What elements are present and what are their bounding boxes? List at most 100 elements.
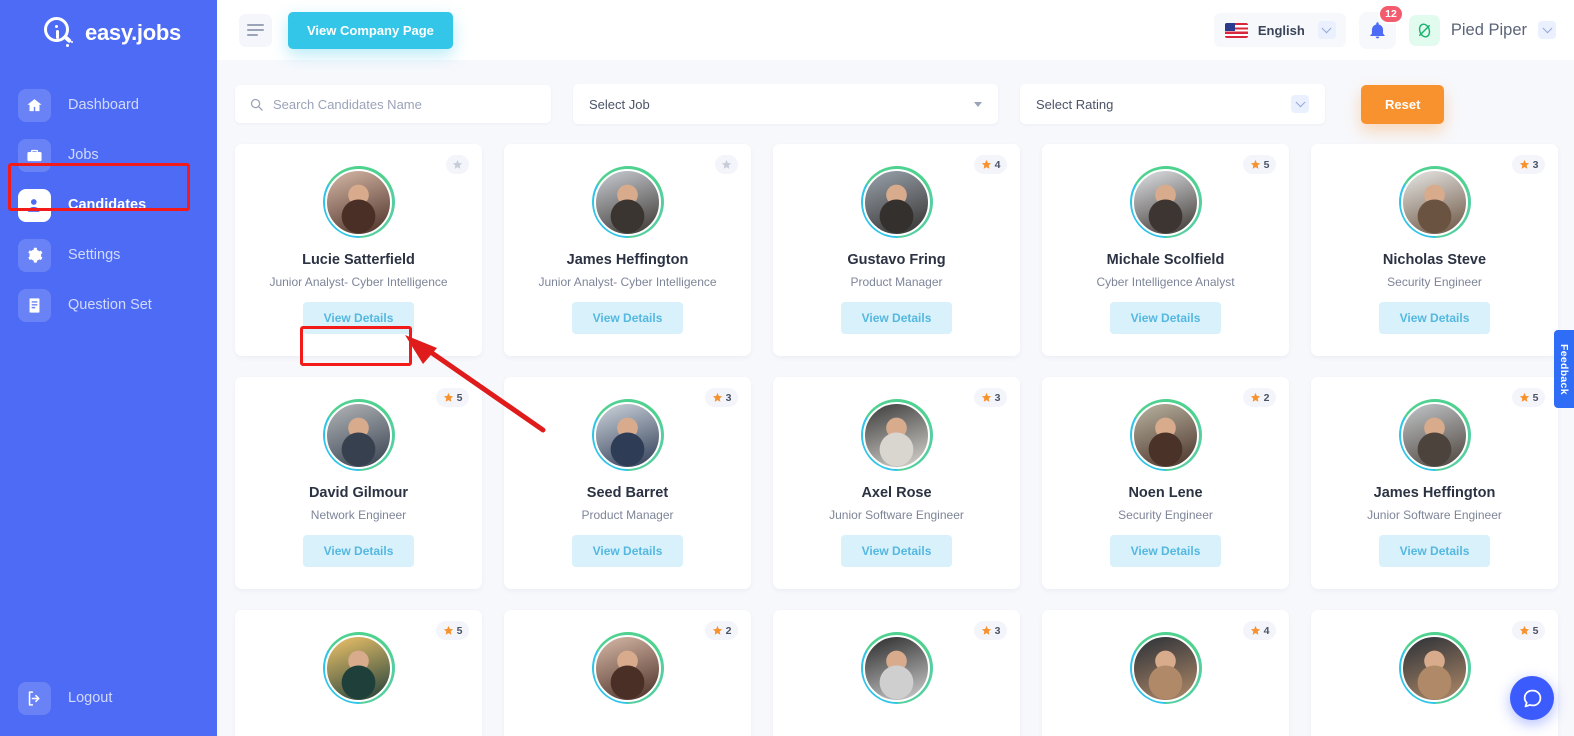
- sidebar-item-jobs[interactable]: Jobs: [0, 131, 217, 179]
- rating-value: 3: [1532, 158, 1539, 171]
- view-details-button[interactable]: View Details: [1378, 535, 1491, 567]
- search-candidates-box[interactable]: [235, 85, 551, 123]
- candidate-name: Gustavo Fring: [847, 252, 946, 268]
- rating-badge[interactable]: 3: [974, 621, 1007, 640]
- star-icon: [1519, 392, 1529, 402]
- favorite-star-button[interactable]: [446, 155, 469, 174]
- language-selector[interactable]: English: [1213, 13, 1346, 47]
- candidate-card[interactable]: 2 Noen Lene Security Engineer View Details: [1042, 377, 1289, 589]
- candidate-card[interactable]: 5 David Gilmour Network Engineer View Detai…: [235, 377, 482, 589]
- chat-button[interactable]: [1510, 676, 1554, 720]
- view-details-button[interactable]: View Details: [840, 302, 953, 334]
- avatar: [860, 632, 933, 704]
- brand-name: easy.jobs: [85, 20, 181, 45]
- sidebar-item-question-set[interactable]: Question Set: [0, 281, 217, 329]
- view-details-button[interactable]: View Details: [302, 302, 415, 334]
- select-job-dropdown[interactable]: Select Job: [573, 84, 998, 124]
- sidebar-item-label: Jobs: [68, 147, 99, 163]
- candidate-card[interactable]: 5 Michale Scolfield Cyber Intelligence Ana…: [1042, 144, 1289, 356]
- user-icon: [18, 188, 51, 222]
- view-details-button[interactable]: View Details: [1109, 535, 1222, 567]
- candidate-card[interactable]: 3 Axel Rose Junior Software Engineer View D…: [773, 377, 1020, 589]
- candidate-role: Cyber Intelligence Analyst: [1096, 275, 1235, 289]
- notification-badge: 12: [1378, 3, 1404, 24]
- feedback-tab[interactable]: Feedback: [1554, 330, 1574, 408]
- star-icon: [712, 625, 722, 635]
- rating-value: 5: [456, 624, 463, 637]
- hamburger-icon[interactable]: [239, 13, 272, 47]
- avatar-photo: [1401, 168, 1468, 236]
- candidate-card[interactable]: 5View Details: [235, 610, 482, 736]
- sidebar-item-logout[interactable]: Logout: [0, 674, 217, 722]
- user-menu[interactable]: Pied Piper: [1408, 14, 1558, 46]
- sidebar-item-dashboard[interactable]: Dashboard: [0, 81, 217, 129]
- candidate-card[interactable]: 5 James Heffington Junior Software Enginee…: [1311, 377, 1558, 589]
- view-details-button[interactable]: View Details: [1109, 302, 1222, 334]
- candidate-card[interactable]: 3View Details: [773, 610, 1020, 736]
- brand-logo-area[interactable]: easy.jobs: [0, 0, 217, 66]
- rating-badge[interactable]: 3: [1512, 155, 1545, 174]
- candidate-role: Network Engineer: [310, 508, 407, 522]
- rating-badge[interactable]: 3: [705, 388, 738, 407]
- view-company-page-button[interactable]: View Company Page: [288, 11, 453, 49]
- rating-badge[interactable]: 5: [436, 621, 469, 640]
- candidate-card[interactable]: 2View Details: [504, 610, 751, 736]
- view-details-button[interactable]: View Details: [1378, 302, 1491, 334]
- rating-badge[interactable]: 2: [1243, 388, 1276, 407]
- avatar: [860, 399, 933, 471]
- candidate-card[interactable]: Lucie Satterfield Junior Analyst- Cyber I…: [235, 144, 482, 356]
- candidate-name: Michale Scolfield: [1106, 252, 1225, 268]
- chat-bubble-icon: [1523, 689, 1541, 707]
- rating-badge[interactable]: 5: [1512, 621, 1545, 640]
- candidate-name: James Heffington: [1373, 485, 1496, 501]
- avatar-photo: [594, 401, 661, 469]
- star-icon: [1519, 625, 1529, 635]
- candidate-card[interactable]: 4 Gustavo Fring Product Manager View Detail…: [773, 144, 1020, 356]
- avatar: [1129, 399, 1202, 471]
- rating-value: 2: [725, 624, 732, 637]
- rating-badge[interactable]: 3: [974, 388, 1007, 407]
- candidate-name: Noen Lene: [1128, 485, 1203, 501]
- rating-badge[interactable]: 4: [1243, 621, 1276, 640]
- content-area: Select Job Select Rating Reset Lucie Sat…: [217, 60, 1574, 736]
- avatar-photo: [325, 168, 392, 236]
- sidebar-item-settings[interactable]: Settings: [0, 231, 217, 279]
- notifications-button[interactable]: 12: [1358, 3, 1404, 49]
- search-input[interactable]: [273, 96, 537, 112]
- favorite-star-button[interactable]: [715, 155, 738, 174]
- view-details-button[interactable]: View Details: [840, 535, 953, 567]
- rating-value: 3: [725, 391, 732, 404]
- star-icon: [981, 159, 991, 169]
- avatar-photo: [594, 634, 661, 702]
- rating-value: 5: [456, 391, 463, 404]
- avatar: [322, 632, 395, 704]
- rating-badge[interactable]: 5: [1512, 388, 1545, 407]
- candidate-card[interactable]: 4View Details: [1042, 610, 1289, 736]
- candidate-role: Junior Analyst- Cyber Intelligence: [538, 275, 717, 289]
- avatar: [1398, 399, 1471, 471]
- avatar-photo: [863, 168, 930, 236]
- candidate-name: James Heffington: [566, 252, 689, 268]
- select-rating-dropdown[interactable]: Select Rating: [1020, 84, 1325, 124]
- candidate-name: Lucie Satterfield: [302, 252, 415, 268]
- star-icon: [1519, 159, 1529, 169]
- reset-button[interactable]: Reset: [1361, 84, 1445, 124]
- candidate-card[interactable]: 3 Seed Barret Product Manager View Details: [504, 377, 751, 589]
- rating-badge[interactable]: 5: [1243, 155, 1276, 174]
- rating-badge[interactable]: 2: [705, 621, 738, 640]
- rating-badge[interactable]: 4: [974, 155, 1007, 174]
- candidate-card[interactable]: 3 Nicholas Steve Security Engineer View Det…: [1311, 144, 1558, 356]
- view-details-button[interactable]: View Details: [302, 535, 415, 567]
- view-details-button[interactable]: View Details: [571, 302, 684, 334]
- candidate-card[interactable]: James Heffington Junior Analyst- Cyber In…: [504, 144, 751, 356]
- avatar-photo: [1132, 634, 1199, 702]
- candidate-role: Security Engineer: [1118, 508, 1213, 522]
- candidate-name: Seed Barret: [586, 485, 669, 501]
- sidebar-nav: Dashboard Jobs Candidates Settings Quest…: [0, 81, 217, 329]
- star-icon: [981, 625, 991, 635]
- candidate-role: Junior Analyst- Cyber Intelligence: [269, 275, 448, 289]
- rating-badge[interactable]: 5: [436, 388, 469, 407]
- sidebar-item-candidates[interactable]: Candidates: [0, 181, 217, 229]
- view-details-button[interactable]: View Details: [571, 535, 684, 567]
- avatar-photo: [863, 634, 930, 702]
